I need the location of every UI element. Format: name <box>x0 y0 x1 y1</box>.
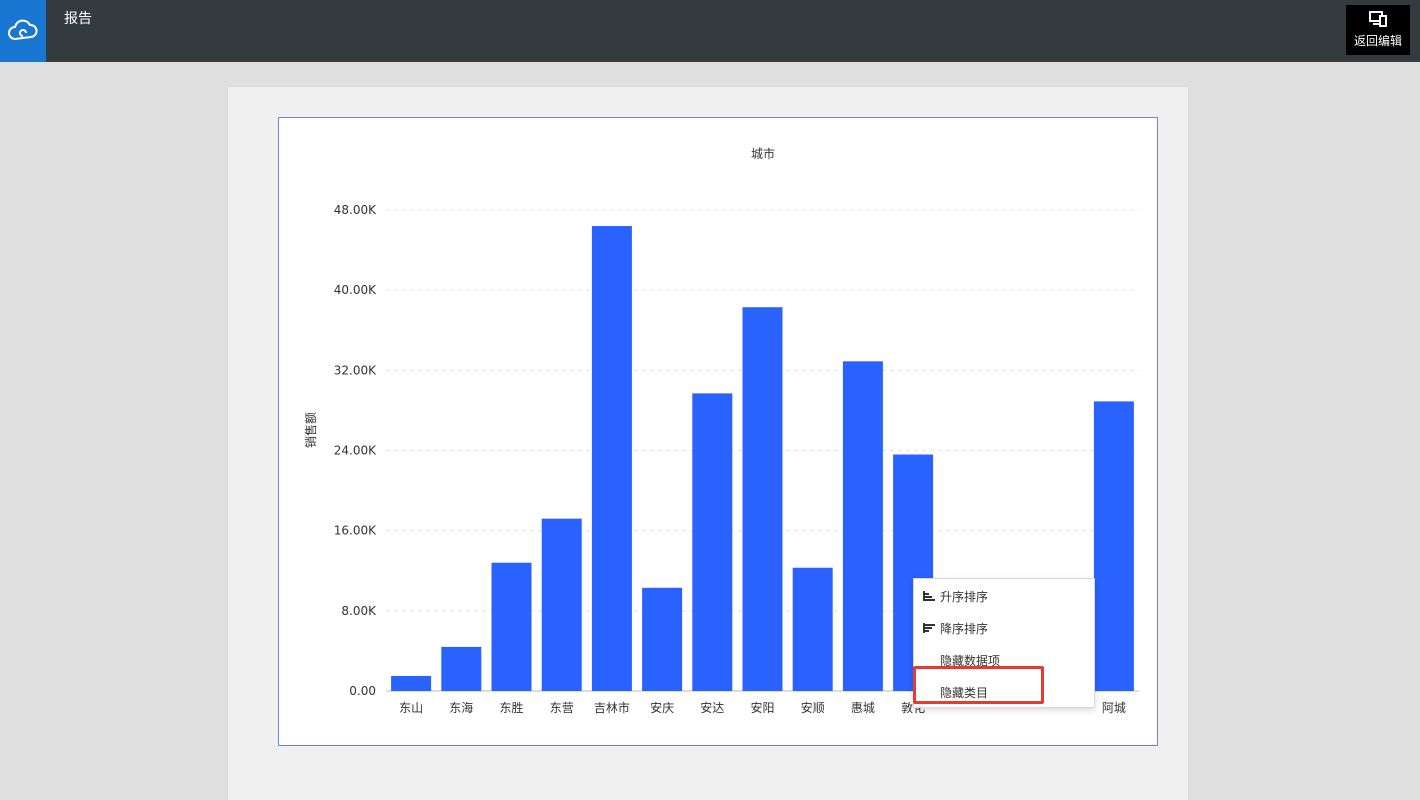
bar[interactable] <box>842 361 883 691</box>
x-tick-label: 安达 <box>700 700 724 715</box>
menu-item-label: 隐藏数据项 <box>940 653 1001 668</box>
y-tick-label: 24.00K <box>334 444 377 458</box>
back-to-edit-button[interactable]: 返回编辑 <box>1346 5 1410 55</box>
device-icon <box>1369 11 1387 27</box>
x-tick-label: 阿城 <box>1102 701 1126 715</box>
menu-item-label: 降序排序 <box>940 621 989 636</box>
menu-item-label: 升序排序 <box>940 589 989 604</box>
menu-item-sort-descending[interactable]: 降序排序 <box>914 612 1094 644</box>
bar[interactable] <box>792 567 833 691</box>
y-tick-label: 40.00K <box>334 283 377 297</box>
x-tick-label: 惠城 <box>851 701 875 715</box>
y-tick-label: 0.00 <box>349 684 376 698</box>
y-axis-label: 销售额 <box>303 412 318 448</box>
bar[interactable] <box>742 307 783 691</box>
y-tick-label: 32.00K <box>334 363 377 377</box>
x-tick-label: 安阳 <box>750 700 774 715</box>
back-to-edit-label: 返回编辑 <box>1353 34 1402 48</box>
x-tick-label: 东营 <box>550 701 574 715</box>
bar[interactable] <box>692 393 733 691</box>
bar[interactable] <box>1093 401 1134 691</box>
y-tick-label: 8.00K <box>341 604 377 618</box>
y-tick-label: 48.00K <box>334 203 377 217</box>
x-tick-label: 安顺 <box>801 700 825 715</box>
bar[interactable] <box>441 646 482 691</box>
menu-item-hide-data-item[interactable]: 隐藏数据项 <box>914 644 1094 676</box>
bar[interactable] <box>591 226 632 691</box>
sort-descending-icon <box>923 623 935 633</box>
cloud-logo-icon[interactable] <box>0 0 46 62</box>
y-tick-label: 16.00K <box>334 524 377 538</box>
top-bar: 报告 返回编辑 <box>0 0 1420 62</box>
x-tick-label: 吉林市 <box>594 700 630 715</box>
menu-item-hide-category[interactable]: 隐藏类目 <box>914 676 1094 708</box>
x-tick-label: 东山 <box>399 701 423 715</box>
x-tick-label: 东海 <box>449 700 473 715</box>
bar[interactable] <box>642 587 683 691</box>
x-tick-label: 东胜 <box>499 700 523 715</box>
bar[interactable] <box>541 518 582 691</box>
bar[interactable] <box>491 562 532 691</box>
context-menu: 升序排序 降序排序 隐藏数据项 隐藏类目 <box>913 578 1095 708</box>
x-tick-label: 安庆 <box>650 700 674 715</box>
sort-ascending-icon <box>923 591 935 601</box>
bar[interactable] <box>391 675 432 691</box>
menu-item-label: 隐藏类目 <box>940 685 989 700</box>
chart-title: 城市 <box>751 146 775 161</box>
page-title: 报告 <box>64 11 92 27</box>
menu-item-sort-ascending[interactable]: 升序排序 <box>914 580 1094 612</box>
